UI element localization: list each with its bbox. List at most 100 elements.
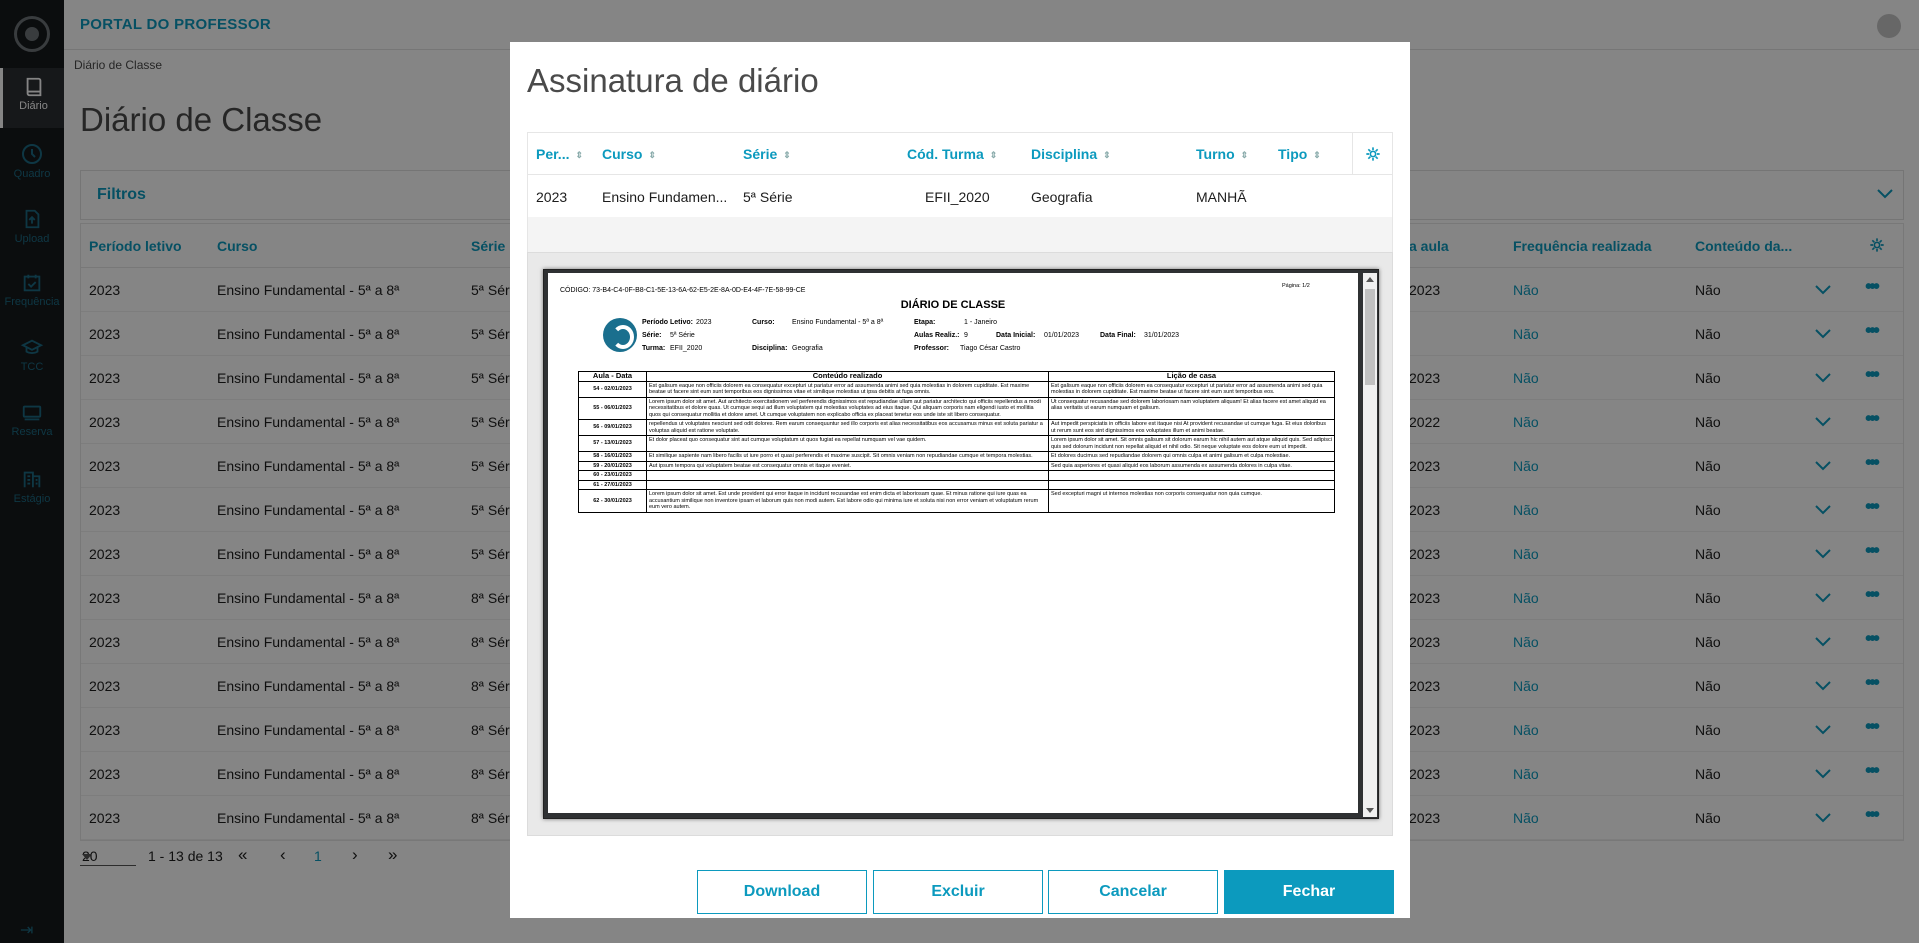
assinatura-modal: Assinatura de diário Per... ⇕ Curso ⇕ Séri… [510,42,1410,918]
pdf-title: DIÁRIO DE CLASSE [900,299,1006,311]
pdf-turma-label: Turma: [642,345,666,352]
pdf-curso-label: Curso: [752,319,775,326]
pdf-cell-licao: Et dolores ducimus sed repudiandae dolor… [1048,451,1335,462]
pdf-lesson-row: 59 - 20/01/2023 Aut ipsum tempora qui vol… [578,460,1335,471]
col-serie[interactable]: Série ⇕ [743,146,791,162]
pdf-cell-conteudo: Lorem ipsum dolor sit amet. Aut architec… [646,396,1049,420]
pdf-page: CÓDIGO: 73-B4-C4-0F-B8-C1-5E-13-6A-62-E5… [548,273,1358,813]
pdf-viewer[interactable]: CÓDIGO: 73-B4-C4-0F-B8-C1-5E-13-6A-62-E5… [543,269,1379,819]
pdf-cell-conteudo: Aut ipsum tempora qui voluptatem beatae … [646,460,1049,471]
pdf-lesson-row: 61 - 27/01/2023 [578,479,1335,490]
pdf-cell-data: 59 - 20/01/2023 [578,460,647,471]
pdf-turma: EFII_2020 [670,345,703,352]
sort-icon: ⇕ [648,149,656,160]
modal-table: Per... ⇕ Curso ⇕ Série ⇕ Cód. Turma ⇕ Discip… [527,132,1393,260]
excluir-button[interactable]: Excluir [873,870,1043,914]
pdf-etapa: 1 - Janeiro [964,319,998,326]
cell-curso: Ensino Fundamen... [602,189,728,205]
gear-icon[interactable] [1365,146,1381,162]
modal-table-header: Per... ⇕ Curso ⇕ Série ⇕ Cód. Turma ⇕ Discip… [528,133,1392,175]
cell-periodo: 2023 [536,189,568,205]
pdf-cell-data: 56 - 09/01/2023 [578,419,647,436]
pdf-data-inicial: 01/01/2023 [1044,332,1080,339]
pdf-data-inicial-label: Data Inicial: [996,332,1036,339]
pdf-cell-licao: Aut impedit perspiciatis in officiis lab… [1048,419,1335,436]
pdf-lesson-row: 58 - 16/01/2023 Et similique sapiente nam… [578,451,1335,462]
scroll-thumb [1365,289,1375,385]
pdf-professor-label: Professor: [914,345,950,352]
pdf-cell-conteudo [646,470,1049,481]
sort-icon: ⇕ [989,149,998,160]
pdf-preview-frame: CÓDIGO: 73-B4-C4-0F-B8-C1-5E-13-6A-62-E5… [527,252,1393,836]
pdf-cell-conteudo: Et similique sapiente nam libero facilis… [646,451,1049,462]
pdf-lesson-row: 55 - 06/01/2023 Lorem ipsum dolor sit ame… [578,396,1335,420]
col-cod-turma[interactable]: Cód. Turma ⇕ [907,146,997,162]
pdf-cell-data: 62 - 30/01/2023 [578,489,647,513]
pdf-disciplina: Geografia [792,345,823,352]
pdf-pagina: Página: 1/2 [1282,283,1310,289]
pdf-cell-licao: Lorem ipsum dolor sit amet. Sit omnis ga… [1048,435,1335,452]
col-curso[interactable]: Curso ⇕ [602,146,656,162]
table-settings[interactable] [1352,133,1392,175]
pdf-lesson-row: 60 - 23/01/2023 [578,470,1335,481]
pdf-cell-conteudo: Lorem ipsum dolor sit amet. Est unde pro… [646,489,1049,513]
col-turno[interactable]: Turno ⇕ [1196,146,1248,162]
sort-icon: ⇕ [1103,149,1111,160]
pdf-cell-licao: Sed excepturi magni ut internos molestia… [1048,489,1335,513]
pdf-data-final-label: Data Final: [1100,332,1136,339]
pdf-cell-licao: Sed quia asperiores et quasi aliquid eos… [1048,460,1335,471]
pdf-cell-licao [1048,479,1335,490]
sort-icon: ⇕ [575,149,584,160]
pdf-aulas: 9 [964,332,968,339]
pdf-lesson-row: 54 - 02/01/2023 Est galisum eaque non off… [578,380,1335,398]
pdf-periodo: 2023 [696,319,712,326]
pdf-cell-data: 57 - 13/01/2023 [578,435,647,452]
col-disciplina[interactable]: Disciplina ⇕ [1031,146,1111,162]
col-tipo[interactable]: Tipo ⇕ [1278,146,1321,162]
school-logo-icon [603,318,637,352]
download-button[interactable]: Download [697,870,867,914]
pdf-periodo-label: Período Letivo: [642,319,693,326]
sort-icon: ⇕ [783,149,791,160]
pdf-curso: Ensino Fundamental - 5ª a 8ª [792,319,884,326]
col-per[interactable]: Per... ⇕ [536,146,583,162]
pdf-aulas-label: Aulas Realiz.: [914,332,960,339]
scroll-up-icon [1366,277,1374,282]
pdf-col-data: Aula - Data [578,371,647,382]
pdf-cell-conteudo: Est galisum eaque non officiis dolorem e… [646,380,1049,398]
pdf-etapa-label: Etapa: [914,319,936,326]
pdf-cell-licao: Ut consequatur recusandae sed dolorem la… [1048,396,1335,420]
pdf-col-conteudo: Conteúdo realizado [646,371,1049,382]
pdf-lesson-row: 57 - 13/01/2023 Et dolor placeat quo cons… [578,435,1335,452]
pdf-lesson-row: 56 - 09/01/2023 repellendus ut voluptates… [578,419,1335,436]
sort-icon: ⇕ [1313,149,1321,160]
pdf-cell-data: 58 - 16/01/2023 [578,451,647,462]
pdf-cell-licao [1048,470,1335,481]
pdf-disciplina-label: Disciplina: [752,345,788,352]
scroll-down-icon [1366,808,1374,813]
cell-turma: EFII_2020 [925,189,990,205]
fechar-button[interactable]: Fechar [1224,870,1394,914]
cell-serie: 5ª Série [743,189,793,205]
table-row[interactable]: 2023 Ensino Fundamen... 5ª Série EFII_20… [528,175,1392,217]
pdf-cell-data: 55 - 06/01/2023 [578,396,647,420]
pdf-col-licao: Lição de casa [1048,371,1335,382]
pdf-cell-data: 54 - 02/01/2023 [578,380,647,398]
pdf-cell-data: 60 - 23/01/2023 [578,470,647,481]
pdf-data-final: 31/01/2023 [1144,332,1180,339]
pdf-lessons-table: Aula - Data Conteúdo realizado Lição de … [578,371,1335,513]
cancelar-button[interactable]: Cancelar [1048,870,1218,914]
pdf-cell-conteudo [646,479,1049,490]
modal-title: Assinatura de diário [527,62,819,99]
pdf-serie: 5ª Série [670,332,695,339]
pdf-professor: Tiago César Castro [960,345,1021,352]
pdf-scrollbar[interactable] [1363,273,1377,817]
sort-icon: ⇕ [1240,149,1249,160]
pdf-cell-conteudo: repellendus ut voluptates nesciunt sed o… [646,419,1049,436]
pdf-cell-data: 61 - 27/01/2023 [578,479,647,490]
pdf-codigo: CÓDIGO: 73-B4-C4-0F-B8-C1-5E-13-6A-62-E5… [560,287,806,294]
pdf-lesson-row: 62 - 30/01/2023 Lorem ipsum dolor sit ame… [578,489,1335,513]
cell-disciplina: Geografia [1031,189,1093,205]
cell-turno: MANHÃ [1196,189,1247,205]
pdf-cell-conteudo: Et dolor placeat quo consequatur sint au… [646,435,1049,452]
